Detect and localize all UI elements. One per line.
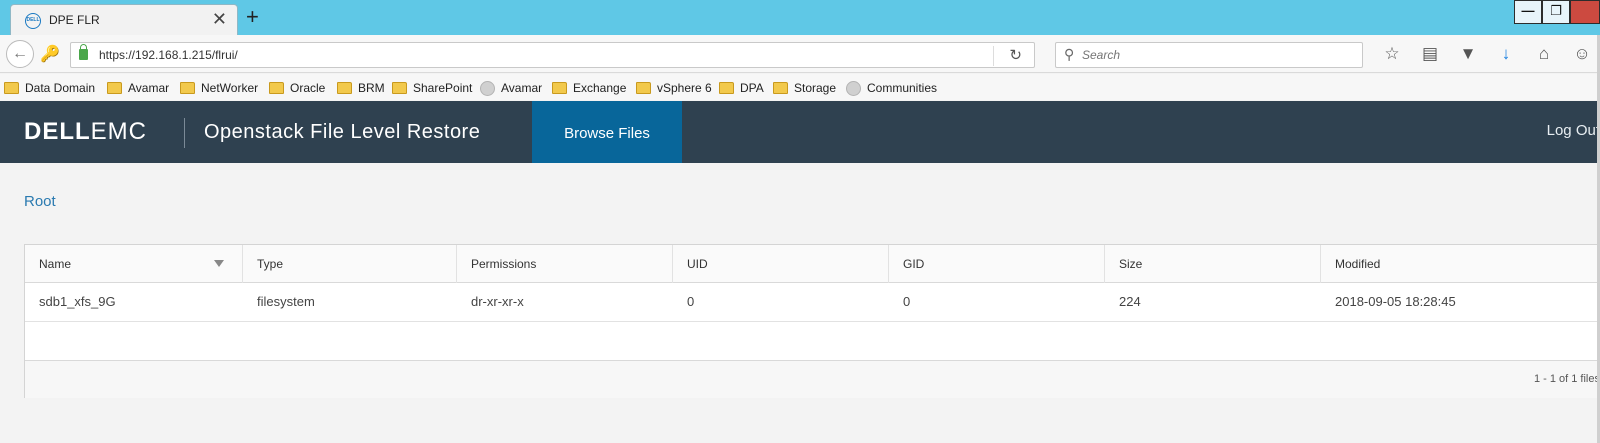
nav-browse-files[interactable]: Browse Files (532, 101, 682, 163)
cell-name[interactable]: sdb1_xfs_9G (25, 283, 116, 322)
table-row[interactable]: sdb1_xfs_9G filesystem dr-xr-xr-x 0 0 22… (25, 283, 1600, 322)
reload-icon[interactable]: ↻ (1009, 46, 1022, 64)
dell-emc-logo: DELLEMC (24, 118, 148, 145)
download-icon[interactable]: ↓ (1487, 41, 1525, 67)
new-tab-button[interactable]: + (246, 4, 259, 30)
cell-permissions: dr-xr-xr-x (471, 294, 524, 309)
bookmarks-toolbar: Data Domain Avamar NetWorker Oracle BRM … (0, 74, 1600, 100)
pocket-icon[interactable]: ▼ (1449, 41, 1487, 67)
window-controls: — ❐ (1514, 0, 1600, 24)
folder-icon (773, 82, 788, 94)
smiley-feedback-icon[interactable]: ☺ (1563, 41, 1600, 67)
folder-icon (552, 82, 567, 94)
dell-favicon-icon: DELL (25, 13, 41, 29)
cell-size: 224 (1119, 294, 1141, 309)
column-header-permissions[interactable]: Permissions (457, 245, 673, 283)
bookmark-avamar-web[interactable]: Avamar (480, 79, 542, 97)
bookmark-vsphere[interactable]: vSphere 6 (636, 79, 712, 97)
back-button[interactable]: ← (6, 40, 34, 68)
filter-icon[interactable] (214, 260, 224, 267)
folder-icon (719, 82, 734, 94)
home-icon[interactable]: ⌂ (1525, 41, 1563, 67)
column-header-type[interactable]: Type (243, 245, 457, 283)
folder-icon (337, 82, 352, 94)
browser-tab[interactable]: DELL DPE FLR ✕ (10, 4, 238, 35)
table-header: Name Type Permissions UID GID Size Modif… (25, 245, 1600, 283)
back-arrow-icon: ← (12, 45, 28, 62)
bookmark-data-domain[interactable]: Data Domain (4, 79, 95, 97)
column-header-size[interactable]: Size (1105, 245, 1321, 283)
globe-icon (846, 80, 861, 96)
breadcrumb-root[interactable]: Root (24, 193, 56, 210)
folder-icon (269, 82, 284, 94)
cell-modified: 2018-09-05 18:28:45 (1335, 294, 1456, 309)
key-icon[interactable]: 🔑 (40, 44, 60, 64)
pager-info: 1 - 1 of 1 files (1533, 373, 1600, 385)
search-input[interactable] (1082, 45, 1352, 65)
bookmark-avamar[interactable]: Avamar (107, 79, 169, 97)
bookmark-sharepoint[interactable]: SharePoint (392, 79, 472, 97)
minimize-button[interactable]: — (1514, 0, 1542, 24)
folder-icon (636, 82, 651, 94)
app-header: DELLEMC Openstack File Level Restore Bro… (0, 101, 1600, 163)
close-window-button[interactable] (1570, 0, 1600, 24)
globe-icon (480, 80, 495, 96)
bookmark-communities[interactable]: Communities (846, 79, 937, 97)
app-title: Openstack File Level Restore (204, 121, 481, 143)
column-header-name[interactable]: Name (25, 245, 243, 283)
brand-divider (184, 118, 185, 148)
bookmark-oracle[interactable]: Oracle (269, 79, 325, 97)
folder-icon (4, 82, 19, 94)
url-divider (993, 46, 994, 66)
bookmark-star-icon[interactable]: ☆ (1373, 41, 1411, 67)
bookmark-dpa[interactable]: DPA (719, 79, 764, 97)
cell-type: filesystem (257, 294, 315, 309)
tab-title: DPE FLR (49, 13, 100, 27)
browser-navigation-bar: ← 🔑 https://192.168.1.215/flrui/ ↻ ⚲ ☆ ▤… (0, 35, 1600, 73)
folder-icon (180, 82, 195, 94)
bookmark-exchange[interactable]: Exchange (552, 79, 626, 97)
cell-uid: 0 (687, 294, 695, 309)
reading-list-icon[interactable]: ▤ (1411, 41, 1449, 67)
close-tab-icon[interactable]: ✕ (212, 9, 227, 29)
search-icon: ⚲ (1064, 46, 1075, 62)
search-bar[interactable]: ⚲ (1055, 42, 1363, 68)
bookmark-storage[interactable]: Storage (773, 79, 836, 97)
browser-tab-bar: DELL DPE FLR ✕ + — ❐ (0, 0, 1600, 35)
cell-gid: 0 (903, 294, 911, 309)
column-header-uid[interactable]: UID (673, 245, 889, 283)
lock-icon[interactable] (79, 44, 88, 60)
bookmark-brm[interactable]: BRM (337, 79, 385, 97)
column-header-modified[interactable]: Modified (1321, 245, 1600, 283)
address-bar[interactable]: https://192.168.1.215/flrui/ ↻ (70, 42, 1035, 68)
restore-button[interactable]: ❐ (1542, 0, 1570, 24)
file-table: Name Type Permissions UID GID Size Modif… (24, 244, 1600, 398)
table-footer: 1 - 1 of 1 files (25, 360, 1600, 398)
bookmark-networker[interactable]: NetWorker (180, 79, 258, 97)
logout-link[interactable]: Log Out (1547, 122, 1600, 139)
toolbar-icons: ☆ ▤ ▼ ↓ ⌂ ☺ (1373, 41, 1600, 67)
folder-icon (392, 82, 407, 94)
url-text[interactable]: https://192.168.1.215/flrui/ (99, 48, 238, 62)
column-header-gid[interactable]: GID (889, 245, 1105, 283)
folder-icon (107, 82, 122, 94)
